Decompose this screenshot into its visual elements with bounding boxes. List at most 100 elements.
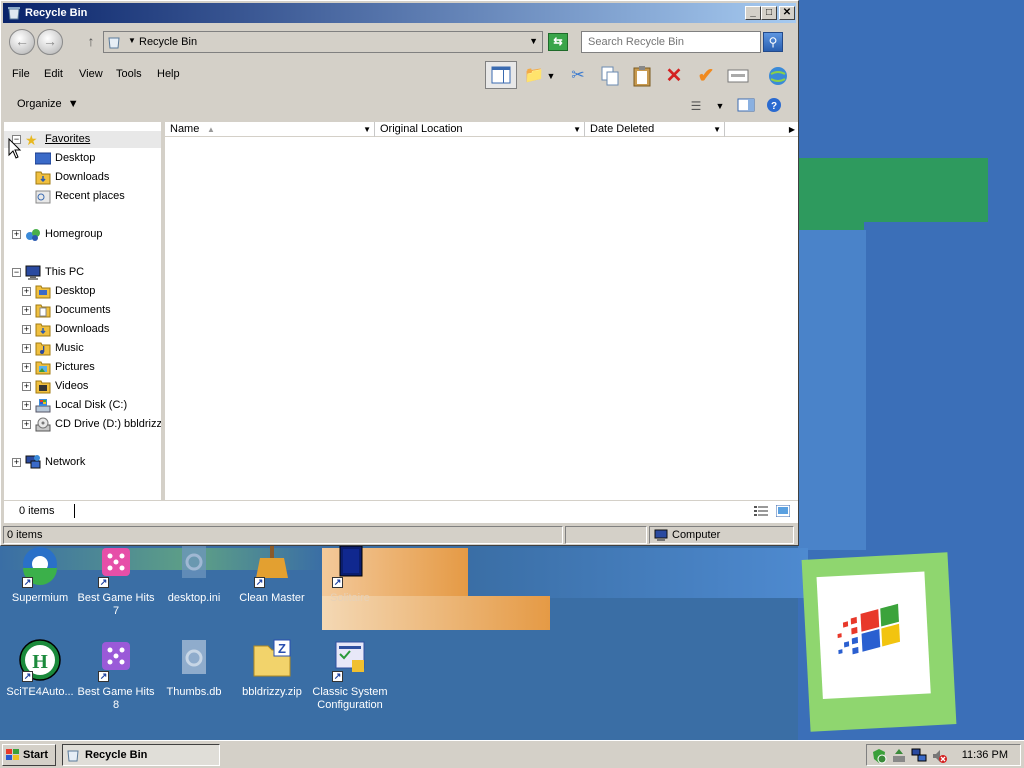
rename-icon bbox=[727, 69, 749, 83]
close-button[interactable]: ✕ bbox=[779, 6, 795, 20]
column-scroll-right-icon[interactable]: ▶ bbox=[789, 122, 795, 137]
expand-icon[interactable]: + bbox=[12, 458, 21, 467]
mouse-cursor-icon bbox=[8, 138, 22, 159]
expand-icon[interactable]: + bbox=[22, 287, 31, 296]
nav-item-local-disk-c[interactable]: + Local Disk (C:) bbox=[4, 397, 164, 414]
minimize-button[interactable]: _ bbox=[745, 6, 761, 20]
maximize-button[interactable]: □ bbox=[761, 6, 777, 20]
folder-options-button[interactable]: 📁 bbox=[521, 63, 547, 89]
desktop-icon-bbldrizzy-zip[interactable]: Z bbldrizzy.zip bbox=[232, 638, 312, 699]
title-bar[interactable]: Recycle Bin _ □ ✕ bbox=[3, 3, 796, 23]
security-shield-icon[interactable] bbox=[871, 748, 887, 764]
help-globe-button[interactable] bbox=[765, 63, 791, 89]
large-icons-view-icon[interactable] bbox=[776, 505, 790, 517]
expand-icon[interactable]: + bbox=[22, 401, 31, 410]
help-button[interactable]: ? bbox=[761, 92, 787, 118]
desktop-icon-thumbs-db[interactable]: Thumbs.db bbox=[154, 638, 234, 699]
expand-icon[interactable]: + bbox=[12, 230, 21, 239]
rename-button[interactable] bbox=[725, 63, 751, 89]
nav-item-music[interactable]: + Music bbox=[4, 340, 164, 357]
menu-help[interactable]: Help bbox=[157, 68, 180, 80]
column-dropdown-icon[interactable]: ▼ bbox=[713, 122, 721, 137]
desktop-icon-best-game-hits-8[interactable]: ↗ Best Game Hits 8 bbox=[76, 638, 156, 712]
expand-icon[interactable]: + bbox=[22, 420, 31, 429]
column-header-name[interactable]: Name ▲ ▼ bbox=[165, 122, 375, 137]
clock[interactable]: 11:36 PM bbox=[962, 749, 1008, 761]
address-bar[interactable]: ▼ Recycle Bin ▼ bbox=[103, 31, 543, 53]
menu-tools[interactable]: Tools bbox=[116, 68, 142, 80]
desktop-icon-best-game-hits-7[interactable]: ↗ Best Game Hits 7 bbox=[76, 544, 156, 618]
nav-item-this-pc-desktop[interactable]: + Desktop bbox=[4, 283, 164, 300]
collapse-icon[interactable]: − bbox=[12, 268, 21, 277]
nav-item-network[interactable]: + Network bbox=[4, 454, 164, 471]
preview-toggle-button[interactable] bbox=[733, 92, 759, 118]
forward-arrow-icon: → bbox=[43, 33, 57, 49]
start-button[interactable]: Start bbox=[2, 744, 56, 766]
pane-icon bbox=[737, 98, 755, 112]
folder-options-dropdown[interactable]: ▼ bbox=[545, 63, 557, 89]
delete-button[interactable]: ✕ bbox=[661, 63, 687, 89]
checkmark-icon: ✔ bbox=[697, 65, 715, 87]
refresh-button[interactable]: ⇆ bbox=[548, 33, 568, 51]
menu-bar: File Edit View Tools Help 📁 ▼ ✂ ✕ ✔ bbox=[3, 61, 796, 89]
nav-item-favorites-downloads[interactable]: Downloads bbox=[4, 169, 164, 186]
safely-remove-hardware-icon[interactable] bbox=[891, 748, 907, 764]
search-input[interactable] bbox=[582, 32, 760, 52]
column-header-extra[interactable]: ▶ bbox=[725, 122, 798, 137]
nav-item-cd-drive-d[interactable]: + CD Drive (D:) bbldrizzy bbox=[4, 416, 164, 433]
breadcrumb-chevron-icon[interactable]: ▼ bbox=[128, 36, 136, 45]
desktop-icon-clean-master[interactable]: ↗ Clean Master bbox=[232, 544, 312, 605]
column-dropdown-icon[interactable]: ▼ bbox=[573, 122, 581, 137]
expand-icon[interactable]: + bbox=[22, 325, 31, 334]
nav-item-videos[interactable]: + Videos bbox=[4, 378, 164, 395]
nav-item-pictures[interactable]: + Pictures bbox=[4, 359, 164, 376]
view-options-button[interactable]: ☰ bbox=[683, 93, 709, 119]
desktop-icon-scite4autohotkey[interactable]: H ↗ SciTE4Auto... bbox=[0, 638, 80, 699]
nav-item-favorites-desktop[interactable]: Desktop bbox=[4, 150, 164, 167]
expand-icon[interactable]: + bbox=[22, 363, 31, 372]
copy-button[interactable] bbox=[597, 63, 623, 89]
nav-item-favorites-recent-places[interactable]: Recent places bbox=[4, 188, 164, 205]
details-bar: 0 items bbox=[4, 501, 798, 523]
column-header-date-deleted[interactable]: Date Deleted ▼ bbox=[585, 122, 725, 137]
nav-item-downloads[interactable]: + Downloads bbox=[4, 321, 164, 338]
back-button[interactable]: ← bbox=[9, 29, 35, 55]
properties-button[interactable]: ✔ bbox=[693, 63, 719, 89]
preview-pane-button[interactable] bbox=[485, 61, 517, 89]
nav-item-documents[interactable]: + Documents bbox=[4, 302, 164, 319]
file-list[interactable]: Name ▲ ▼ Original Location ▼ Date Delete… bbox=[165, 122, 798, 500]
search-button[interactable]: ⚲ bbox=[763, 32, 783, 52]
up-button[interactable]: ↑ bbox=[83, 33, 99, 49]
preview-pane-icon bbox=[491, 66, 511, 84]
column-header-original-location[interactable]: Original Location ▼ bbox=[375, 122, 585, 137]
expand-icon[interactable]: + bbox=[22, 382, 31, 391]
desktop-folder-icon bbox=[35, 285, 51, 299]
organize-button[interactable]: Organize ▼ bbox=[17, 98, 79, 110]
nav-item-homegroup[interactable]: + Homegroup bbox=[4, 226, 164, 243]
search-box[interactable] bbox=[581, 31, 761, 53]
paste-button[interactable] bbox=[629, 63, 655, 89]
menu-view[interactable]: View bbox=[79, 68, 103, 80]
desktop-icon-desktop-ini[interactable]: desktop.ini bbox=[154, 544, 234, 605]
nav-item-favorites[interactable]: − ★ Favorites bbox=[4, 131, 164, 148]
forward-button[interactable]: → bbox=[37, 29, 63, 55]
column-label: Date Deleted bbox=[590, 123, 655, 135]
address-path[interactable]: Recycle Bin bbox=[139, 36, 197, 48]
desktop-icon-classic-system-configuration[interactable]: ↗ Classic System Configuration bbox=[310, 638, 390, 712]
expand-icon[interactable]: + bbox=[22, 306, 31, 315]
volume-muted-icon[interactable] bbox=[931, 748, 947, 764]
cut-button[interactable]: ✂ bbox=[565, 63, 591, 89]
menu-file[interactable]: File bbox=[12, 68, 30, 80]
network-connection-icon[interactable] bbox=[911, 748, 927, 764]
address-dropdown-icon[interactable]: ▼ bbox=[529, 36, 538, 46]
svg-text:?: ? bbox=[771, 101, 777, 112]
desktop-icon-solitaire[interactable]: ↗ Solitaire bbox=[310, 544, 390, 605]
column-dropdown-icon[interactable]: ▼ bbox=[363, 122, 371, 137]
view-options-dropdown[interactable]: ▼ bbox=[707, 93, 733, 119]
details-view-icon[interactable] bbox=[754, 506, 768, 517]
taskbar-button-recycle-bin[interactable]: Recycle Bin bbox=[62, 744, 220, 766]
desktop-icon-supermium[interactable]: ↗ Supermium bbox=[0, 544, 80, 605]
expand-icon[interactable]: + bbox=[22, 344, 31, 353]
nav-item-this-pc[interactable]: − This PC bbox=[4, 264, 164, 281]
menu-edit[interactable]: Edit bbox=[44, 68, 63, 80]
